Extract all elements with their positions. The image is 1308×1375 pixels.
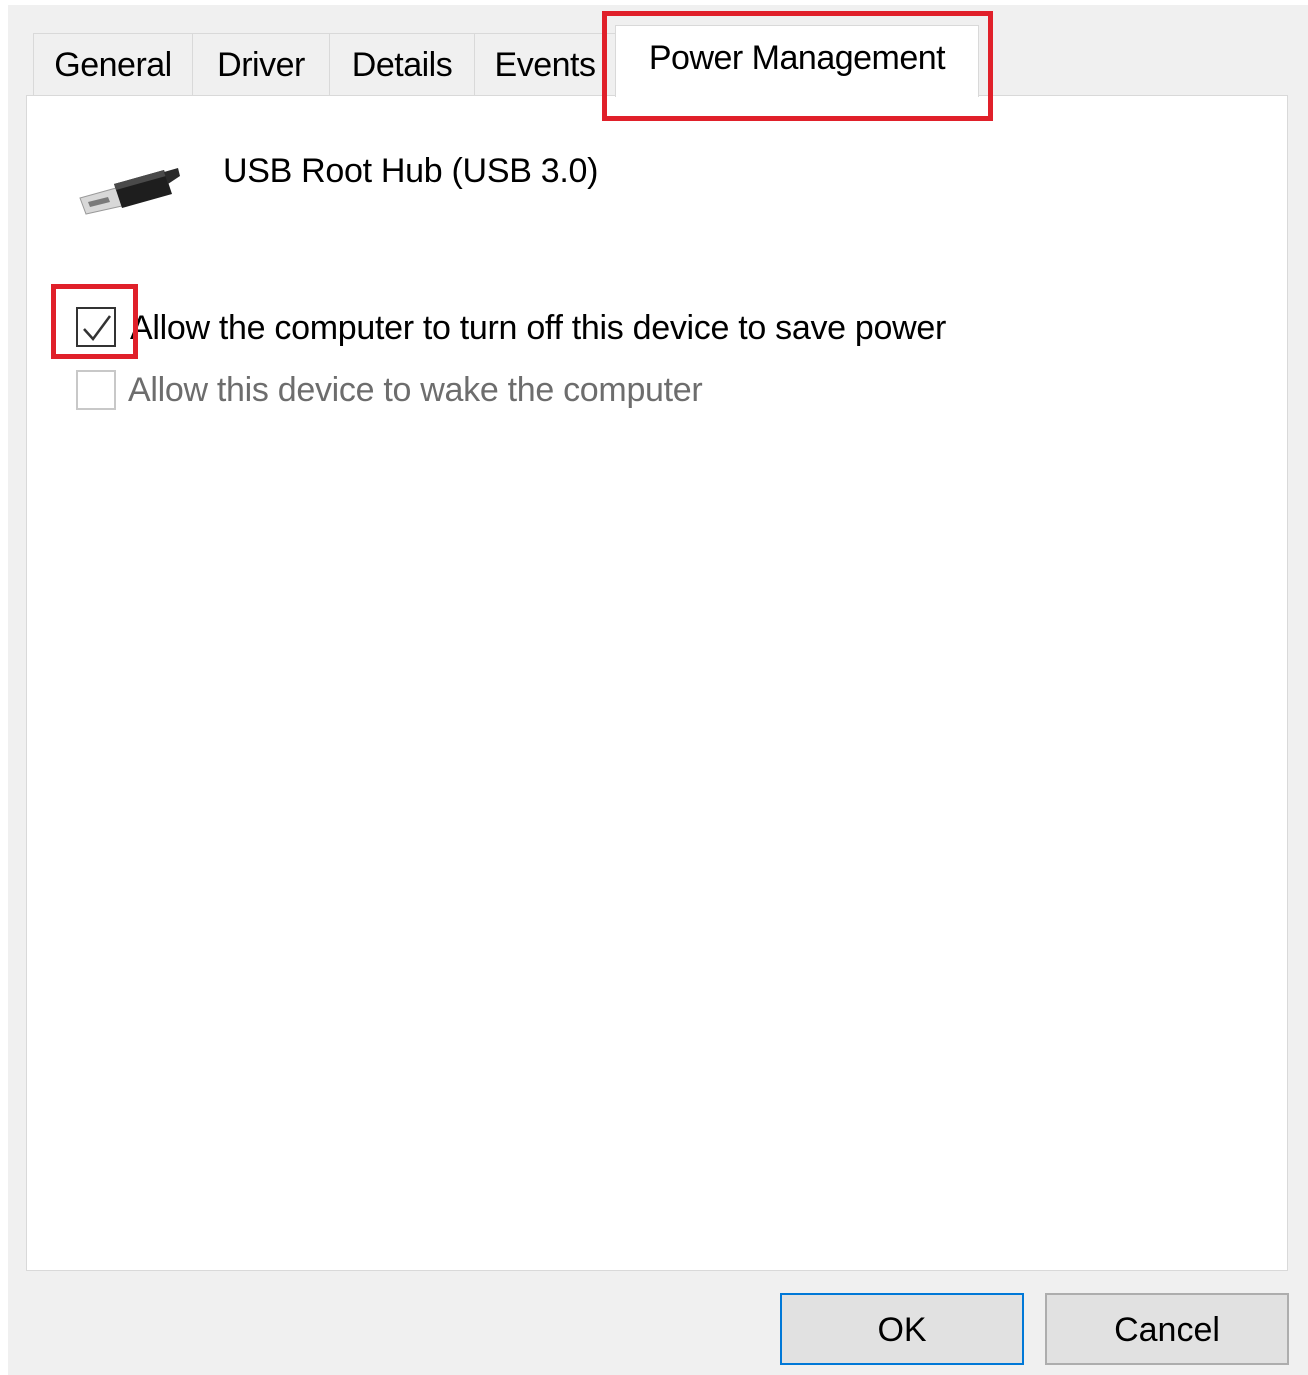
tab-driver[interactable]: Driver (192, 33, 330, 95)
allow-turn-off-checkbox[interactable] (76, 307, 116, 347)
power-management-panel (26, 95, 1288, 1271)
tab-power-management[interactable]: Power Management (615, 25, 979, 97)
tab-details[interactable]: Details (329, 33, 475, 95)
device-name: USB Root Hub (USB 3.0) (223, 152, 599, 190)
usb-cable-icon (78, 162, 182, 218)
allow-wake-label: Allow this device to wake the computer (128, 371, 703, 409)
tab-general[interactable]: General (33, 33, 193, 95)
tab-events[interactable]: Events (474, 33, 616, 95)
checkmark-icon (83, 315, 112, 341)
cancel-button[interactable]: Cancel (1045, 1293, 1289, 1365)
ok-button[interactable]: OK (780, 1293, 1024, 1365)
allow-turn-off-label[interactable]: Allow the computer to turn off this devi… (130, 307, 946, 349)
allow-wake-checkbox[interactable] (76, 370, 116, 410)
